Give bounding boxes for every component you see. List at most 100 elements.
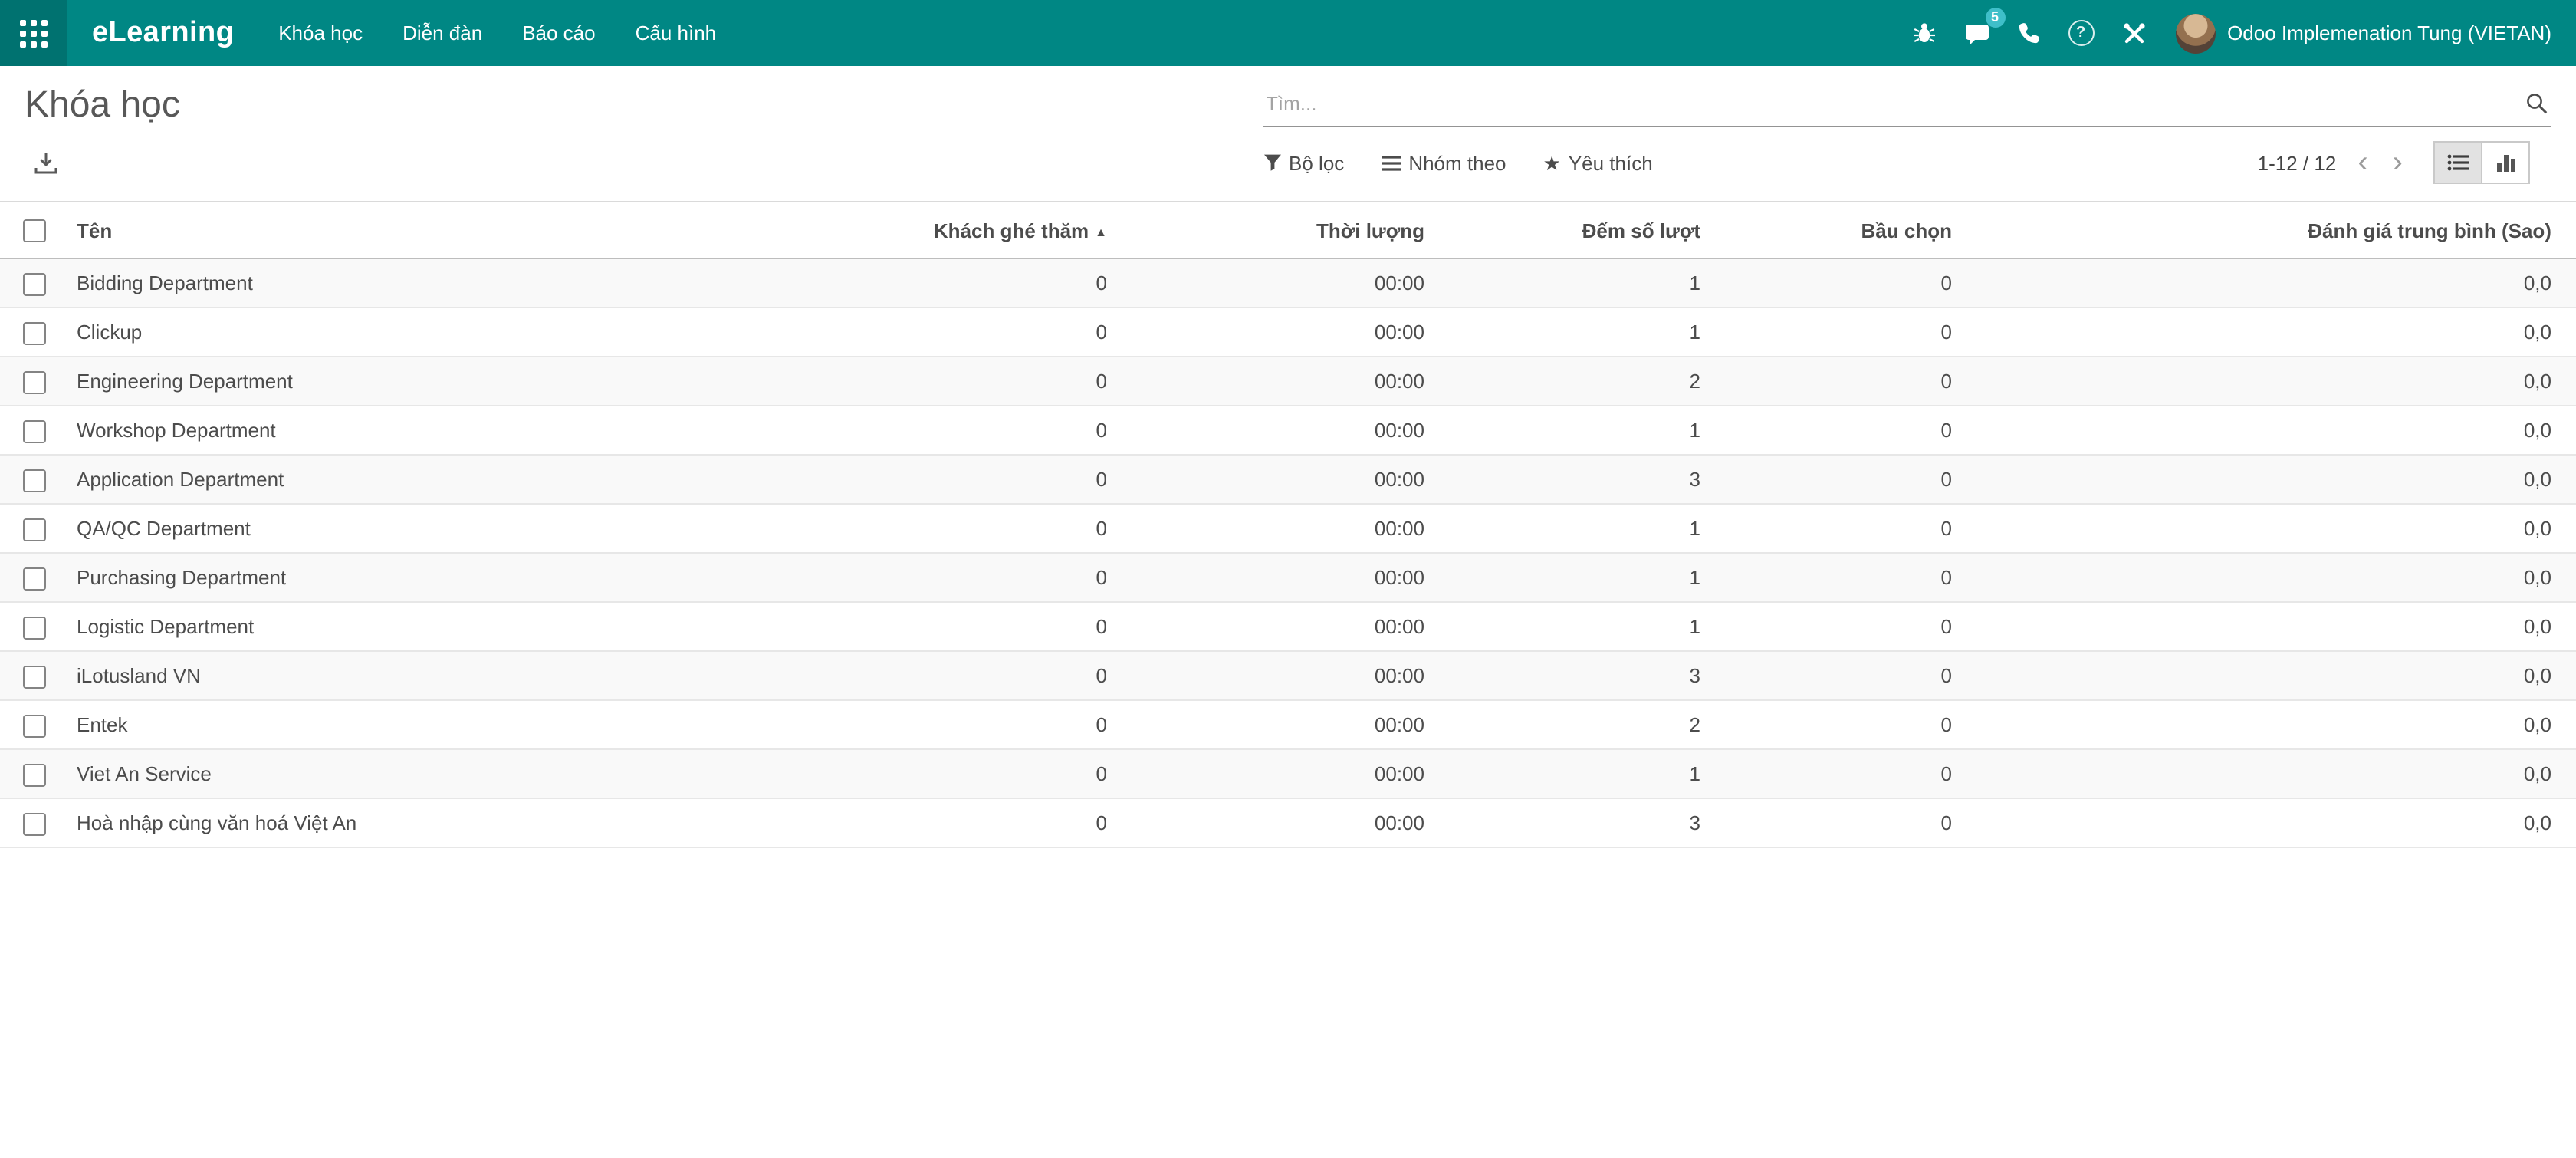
table-row[interactable]: Viet An Service 0 00:00 1 0 0,0 xyxy=(0,749,2576,798)
cell-rating: 0,0 xyxy=(1967,602,2576,651)
row-checkbox[interactable] xyxy=(23,272,46,295)
table-row[interactable]: Entek 0 00:00 2 0 0,0 xyxy=(0,700,2576,749)
table-row[interactable]: iLotusland VN 0 00:00 3 0 0,0 xyxy=(0,651,2576,700)
favorites-button-label: Yêu thích xyxy=(1569,151,1653,174)
row-checkbox[interactable] xyxy=(23,321,46,344)
list-view-button[interactable] xyxy=(2433,141,2482,184)
cell-votes: 0 xyxy=(1716,455,1967,504)
row-checkbox[interactable] xyxy=(23,419,46,442)
cell-duration: 00:00 xyxy=(1122,308,1440,357)
table-row[interactable]: QA/QC Department 0 00:00 1 0 0,0 xyxy=(0,504,2576,553)
table-row[interactable]: Workshop Department 0 00:00 1 0 0,0 xyxy=(0,406,2576,455)
tools-icon[interactable] xyxy=(2108,0,2160,66)
messages-icon[interactable]: 5 xyxy=(1950,0,2003,66)
cell-name: iLotusland VN xyxy=(67,651,728,700)
pager-next-icon[interactable]: › xyxy=(2380,147,2415,178)
cell-rating: 0,0 xyxy=(1967,504,2576,553)
row-checkbox[interactable] xyxy=(23,518,46,541)
table-row[interactable]: Purchasing Department 0 00:00 1 0 0,0 xyxy=(0,553,2576,602)
column-header-name[interactable]: Tên xyxy=(67,202,728,258)
help-icon[interactable]: ? xyxy=(2054,0,2108,66)
search-icon[interactable] xyxy=(2525,92,2548,115)
row-checkbox-cell xyxy=(0,749,67,798)
cell-views: 1 xyxy=(1440,308,1716,357)
cell-duration: 00:00 xyxy=(1122,455,1440,504)
cell-name: Engineering Department xyxy=(67,357,728,406)
user-avatar[interactable] xyxy=(2175,13,2215,53)
cell-votes: 0 xyxy=(1716,798,1967,847)
favorites-button[interactable]: ★ Yêu thích xyxy=(1543,151,1653,174)
menu-item-dien-dan[interactable]: Diễn đàn xyxy=(383,0,502,66)
row-checkbox-cell xyxy=(0,455,67,504)
row-checkbox[interactable] xyxy=(23,714,46,737)
row-checkbox[interactable] xyxy=(23,763,46,786)
menu-item-khoa-hoc[interactable]: Khóa học xyxy=(258,0,383,66)
cell-guests: 0 xyxy=(728,308,1122,357)
user-menu[interactable]: Odoo Implemenation Tung (VIETAN) xyxy=(2227,21,2551,44)
column-header-views[interactable]: Đếm số lượt xyxy=(1440,202,1716,258)
cell-guests: 0 xyxy=(728,504,1122,553)
view-switcher xyxy=(2433,141,2530,184)
search-facets: Bộ lọc Nhóm theo xyxy=(1263,151,1690,174)
column-header-votes[interactable]: Bầu chọn xyxy=(1716,202,1967,258)
menu-item-cau-hinh[interactable]: Cấu hình xyxy=(616,0,737,66)
table-row[interactable]: Clickup 0 00:00 1 0 0,0 xyxy=(0,308,2576,357)
apps-menu-button[interactable] xyxy=(0,0,67,66)
column-header-guests-label: Khách ghé thăm xyxy=(934,219,1089,242)
graph-view-button[interactable] xyxy=(2482,141,2530,184)
cell-views: 1 xyxy=(1440,602,1716,651)
page-title: Khóa học xyxy=(25,84,1263,127)
table-row[interactable]: Bidding Department 0 00:00 1 0 0,0 xyxy=(0,258,2576,308)
cell-duration: 00:00 xyxy=(1122,504,1440,553)
cell-views: 3 xyxy=(1440,651,1716,700)
cell-guests: 0 xyxy=(728,455,1122,504)
funnel-icon xyxy=(1263,153,1281,172)
row-checkbox[interactable] xyxy=(23,469,46,492)
select-all-checkbox[interactable] xyxy=(23,219,46,242)
apps-grid-icon xyxy=(20,19,48,47)
cell-views: 1 xyxy=(1440,406,1716,455)
row-checkbox[interactable] xyxy=(23,812,46,835)
cell-name: Logistic Department xyxy=(67,602,728,651)
cell-views: 1 xyxy=(1440,504,1716,553)
table-row[interactable]: Hoà nhập cùng văn hoá Việt An 0 00:00 3 … xyxy=(0,798,2576,847)
search-input[interactable] xyxy=(1263,81,2551,127)
control-panel: Khóa học xyxy=(0,66,2576,198)
cell-guests: 0 xyxy=(728,798,1122,847)
row-checkbox[interactable] xyxy=(23,567,46,590)
cell-rating: 0,0 xyxy=(1967,553,2576,602)
export-button[interactable] xyxy=(25,141,74,184)
pager-range[interactable]: 1-12 / 12 xyxy=(2258,151,2337,174)
cell-rating: 0,0 xyxy=(1967,406,2576,455)
column-header-rating[interactable]: Đánh giá trung bình (Sao) xyxy=(1967,202,2576,258)
row-checkbox-cell xyxy=(0,602,67,651)
cell-votes: 0 xyxy=(1716,308,1967,357)
row-checkbox[interactable] xyxy=(23,616,46,639)
cell-views: 1 xyxy=(1440,258,1716,308)
cell-name: Purchasing Department xyxy=(67,553,728,602)
cell-views: 2 xyxy=(1440,700,1716,749)
table-row[interactable]: Logistic Department 0 00:00 1 0 0,0 xyxy=(0,602,2576,651)
cell-votes: 0 xyxy=(1716,357,1967,406)
filters-button[interactable]: Bộ lọc xyxy=(1263,151,1344,174)
table-header-row: Tên Khách ghé thăm▲ Thời lượng Đếm số lư… xyxy=(0,202,2576,258)
column-header-guests[interactable]: Khách ghé thăm▲ xyxy=(728,202,1122,258)
row-checkbox[interactable] xyxy=(23,665,46,688)
debug-bug-icon[interactable] xyxy=(1898,0,1950,66)
cell-rating: 0,0 xyxy=(1967,798,2576,847)
table-row[interactable]: Application Department 0 00:00 3 0 0,0 xyxy=(0,455,2576,504)
groupby-button[interactable]: Nhóm theo xyxy=(1381,151,1506,174)
cell-rating: 0,0 xyxy=(1967,455,2576,504)
cell-views: 3 xyxy=(1440,798,1716,847)
pager-previous-icon[interactable]: ‹ xyxy=(2345,147,2380,178)
cell-votes: 0 xyxy=(1716,749,1967,798)
cell-guests: 0 xyxy=(728,602,1122,651)
menu-item-bao-cao[interactable]: Báo cáo xyxy=(502,0,615,66)
table-row[interactable]: Engineering Department 0 00:00 2 0 0,0 xyxy=(0,357,2576,406)
row-checkbox[interactable] xyxy=(23,370,46,393)
cell-name: Workshop Department xyxy=(67,406,728,455)
column-header-duration[interactable]: Thời lượng xyxy=(1122,202,1440,258)
star-icon: ★ xyxy=(1543,153,1561,173)
phone-icon[interactable] xyxy=(2003,0,2054,66)
pager: 1-12 / 12 ‹ › xyxy=(2258,141,2530,184)
